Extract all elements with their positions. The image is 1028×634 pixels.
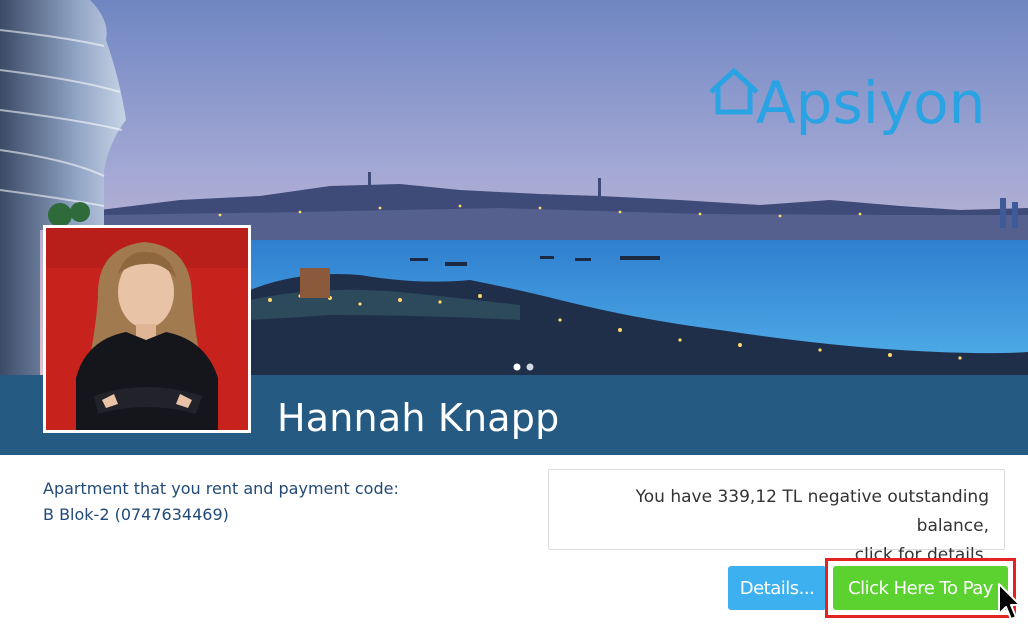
balance-panel[interactable]: You have 339,12 TL negative outstanding … <box>548 469 1005 565</box>
mouse-pointer-icon <box>998 583 1021 620</box>
balance-line-1: You have 339,12 TL negative outstanding … <box>635 487 989 536</box>
user-name: Hannah Knapp <box>277 396 560 440</box>
slider-dot-inactive[interactable] <box>526 363 534 371</box>
avatar-photo <box>46 228 248 430</box>
apartment-label: Apartment that you rent and payment code… <box>43 479 399 498</box>
slider-dot-active[interactable] <box>513 363 521 371</box>
details-button[interactable]: Details... <box>728 566 826 610</box>
apartment-code: B Blok-2 (0747634469) <box>43 505 229 524</box>
pay-button[interactable]: Click Here To Pay <box>833 566 1008 610</box>
avatar <box>43 225 251 433</box>
balance-text: You have 339,12 TL negative outstanding … <box>559 483 989 570</box>
logo-text: Apsiyon <box>756 69 985 137</box>
